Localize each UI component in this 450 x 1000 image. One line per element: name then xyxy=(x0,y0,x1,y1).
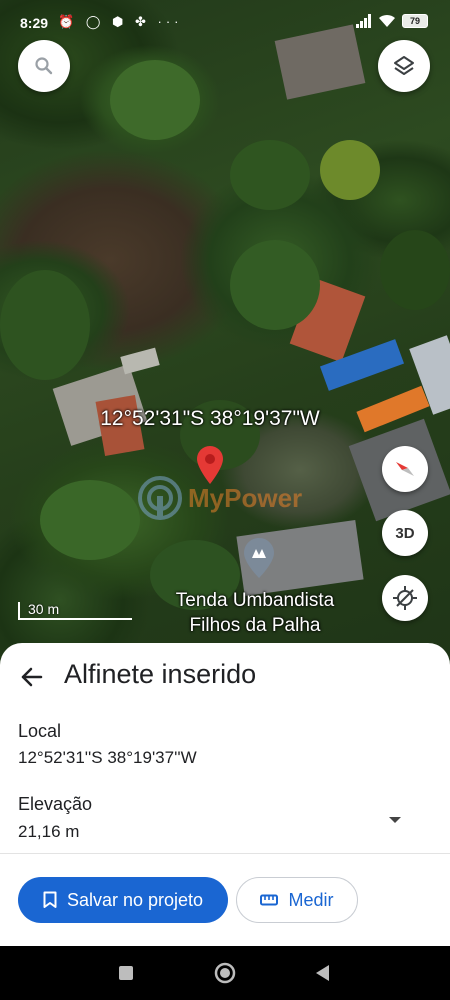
compass-icon xyxy=(396,462,414,476)
pin-coordinates-label: 12°52'31"S 38°19'37"W xyxy=(100,407,320,430)
search-icon xyxy=(35,57,53,75)
recents-icon[interactable] xyxy=(112,959,140,987)
app-icon: ⬢ xyxy=(112,14,128,29)
measure-label: Medir xyxy=(288,889,334,910)
whatsapp-icon: ◯ xyxy=(85,14,105,29)
watermark-text: MyPower xyxy=(188,482,303,513)
divider xyxy=(0,853,450,854)
tree xyxy=(230,140,310,210)
bookmark-icon xyxy=(43,891,57,908)
place-label[interactable]: Tenda Umbandista Filhos da Palha xyxy=(155,588,355,638)
tree xyxy=(230,240,320,330)
tree xyxy=(320,140,380,200)
scale-label: 30 m xyxy=(28,601,60,617)
pin-details-sheet: Alfinete inserido Local 12°52'31''S 38°1… xyxy=(0,643,450,946)
more-icon: ··· xyxy=(157,14,183,29)
sheet-title: Alfinete inserido xyxy=(64,659,257,689)
layers-icon xyxy=(394,56,414,75)
elevation-label: Elevação xyxy=(18,794,93,814)
search-button[interactable] xyxy=(18,40,70,92)
watermark-icon xyxy=(138,476,182,520)
view-3d-button[interactable]: 3D xyxy=(382,510,428,556)
ruler-icon xyxy=(260,894,279,906)
back-nav-icon[interactable] xyxy=(309,959,337,987)
back-arrow-icon[interactable] xyxy=(16,661,48,693)
layers-button[interactable] xyxy=(378,40,430,92)
scale-bar: 30 m xyxy=(18,601,132,620)
status-bar: 8:29 ⏰ ◯ ⬢ ✤ ··· 79 xyxy=(0,0,450,46)
expand-dropdown-icon[interactable] xyxy=(386,811,404,829)
tree xyxy=(0,270,90,380)
status-right: 79 xyxy=(356,14,428,28)
system-nav-bar xyxy=(0,946,450,1000)
save-to-project-button[interactable]: Salvar no projeto xyxy=(18,877,228,923)
save-to-project-label: Salvar no projeto xyxy=(66,889,204,910)
home-icon[interactable] xyxy=(211,959,239,987)
my-location-button[interactable] xyxy=(382,575,428,621)
location-pin-icon[interactable] xyxy=(197,446,223,484)
local-value[interactable]: 12°52'31''S 38°19'37''W xyxy=(18,748,197,768)
satellite-map[interactable]: MyPower 12°52'31"S 38°19'37"W Tenda Umba… xyxy=(0,0,450,665)
status-notification-icons: ⏰ ◯ ⬢ ✤ ··· xyxy=(58,14,183,30)
place-label-line1: Tenda Umbandista xyxy=(175,590,335,611)
wifi-icon xyxy=(379,14,395,27)
place-label-line2: Filhos da Palha xyxy=(189,615,321,636)
tree xyxy=(380,230,450,310)
local-label: Local xyxy=(18,721,62,741)
compass-button[interactable] xyxy=(382,446,428,492)
place-marker-icon[interactable] xyxy=(244,538,274,578)
fan-icon: ✤ xyxy=(134,14,150,29)
signal-icon xyxy=(356,14,371,28)
battery-icon: 79 xyxy=(402,14,428,28)
tree xyxy=(110,60,200,140)
location-target-icon xyxy=(393,586,417,610)
tree xyxy=(40,480,140,560)
elevation-value: 21,16 m xyxy=(18,822,80,841)
alarm-icon: ⏰ xyxy=(58,14,79,29)
sheet-header: Alfinete inserido xyxy=(0,643,450,709)
roof xyxy=(120,347,160,375)
status-time: 8:29 xyxy=(20,15,49,31)
measure-button[interactable]: Medir xyxy=(236,877,358,923)
